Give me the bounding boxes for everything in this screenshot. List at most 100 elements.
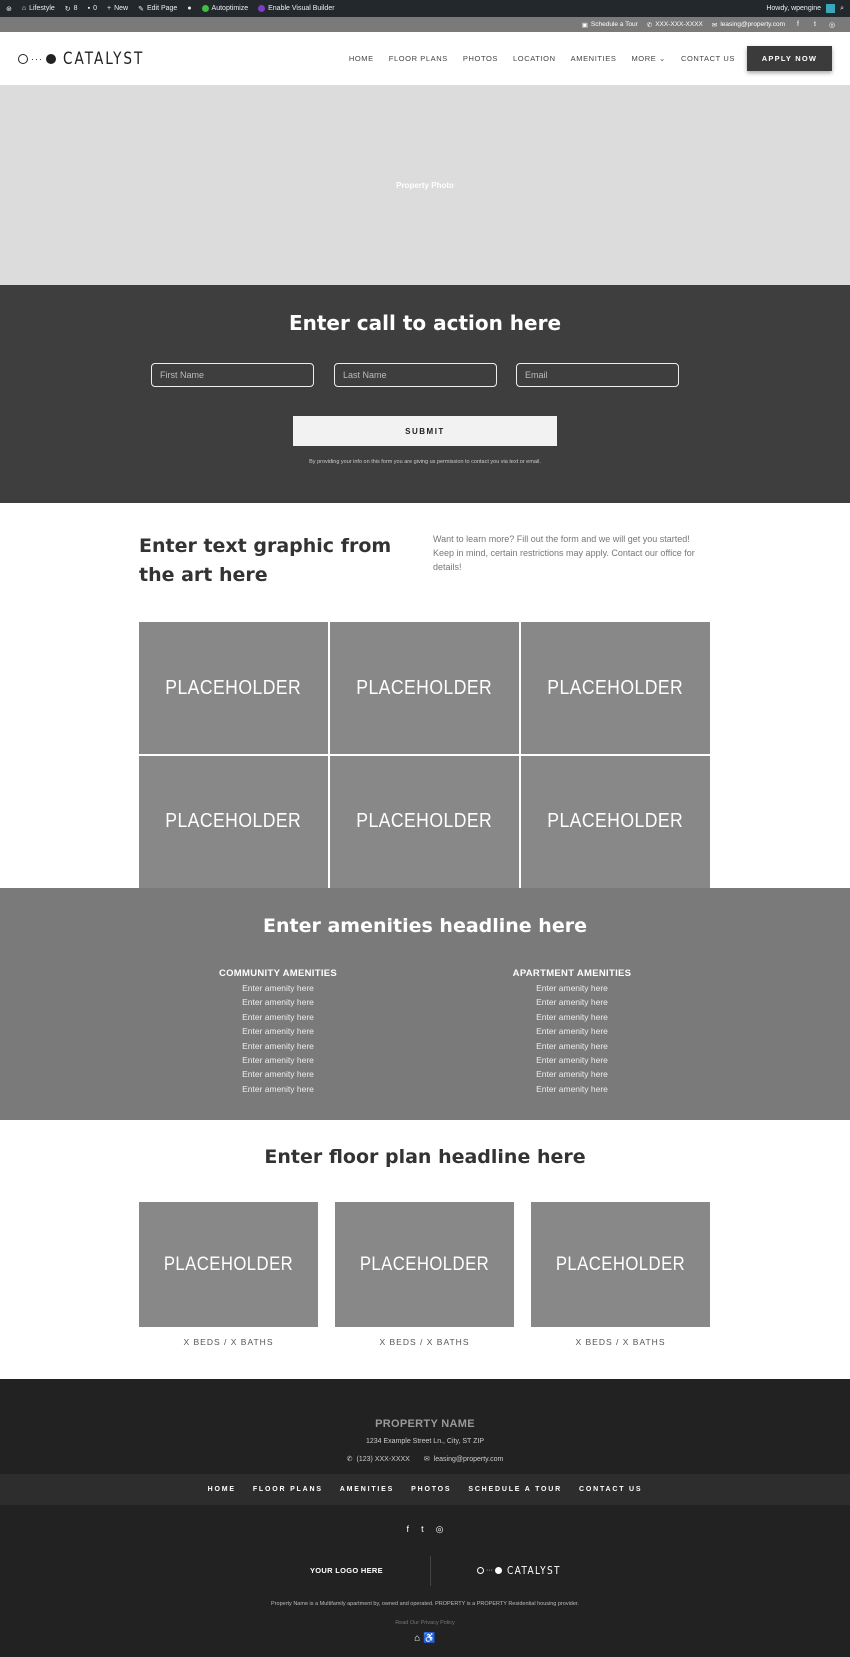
- logo-dots-icon: ···: [486, 1567, 493, 1574]
- email-field[interactable]: Email: [516, 363, 679, 387]
- gallery-tile[interactable]: PLACEHOLDER: [329, 622, 520, 755]
- circle-icon: ●: [187, 5, 192, 12]
- footer-nav-contact-us[interactable]: CONTACT US: [579, 1486, 642, 1493]
- instagram-icon[interactable]: ◎: [436, 1524, 444, 1535]
- amenity-item: Enter amenity here: [242, 1040, 314, 1051]
- nav-amenities[interactable]: AMENITIES: [571, 54, 617, 63]
- instagram-icon[interactable]: ◎: [828, 21, 836, 29]
- hero-label: Property Photo: [396, 180, 454, 190]
- gallery-tile-label: PLACEHOLDER: [165, 810, 302, 833]
- admin-visual-builder-link[interactable]: Enable Visual Builder: [258, 5, 335, 12]
- amenity-item: Enter amenity here: [242, 1011, 314, 1022]
- floor-plan-card[interactable]: PLACEHOLDER: [531, 1202, 710, 1327]
- last-name-field[interactable]: Last Name: [334, 363, 497, 387]
- new-label: New: [114, 5, 129, 12]
- admin-edit-link[interactable]: ✎ Edit Page: [138, 5, 177, 13]
- amenity-item: Enter amenity here: [242, 1055, 314, 1066]
- facebook-icon[interactable]: f: [794, 21, 802, 29]
- floor-plan-image-label: PLACEHOLDER: [555, 1253, 686, 1275]
- site-footer: PROPERTY NAME 1234 Example Street Ln., C…: [0, 1379, 850, 1657]
- admin-greeting[interactable]: Howdy, wpengine: [766, 5, 821, 12]
- amenity-item: Enter amenity here: [242, 983, 314, 993]
- twitter-icon[interactable]: t: [421, 1524, 424, 1535]
- comments-count: 0: [93, 5, 97, 12]
- gallery-tile[interactable]: PLACEHOLDER: [329, 755, 520, 888]
- floor-plan-image-label: PLACEHOLDER: [359, 1253, 490, 1275]
- gallery-tile-label: PLACEHOLDER: [165, 676, 302, 699]
- footer-email-link[interactable]: ✉ leasing@property.com: [423, 1455, 504, 1464]
- logo-dot-icon: [495, 1567, 502, 1574]
- apply-now-button[interactable]: APPLY NOW: [747, 46, 832, 71]
- phone-icon: ✆: [346, 1456, 353, 1463]
- search-icon[interactable]: ⌕: [840, 5, 844, 13]
- gallery-tile[interactable]: PLACEHOLDER: [139, 622, 329, 755]
- your-logo-placeholder: YOUR LOGO HERE: [310, 1566, 383, 1575]
- site-logo[interactable]: ··· CATALYST: [18, 49, 165, 69]
- accessibility-icon: ♿: [423, 1633, 436, 1644]
- gallery-tile-label: PLACEHOLDER: [356, 676, 493, 699]
- visual-builder-label: Enable Visual Builder: [268, 5, 335, 12]
- updates-icon: ↻: [64, 5, 71, 13]
- envelope-icon: ✉: [711, 21, 718, 29]
- floor-plan-card[interactable]: PLACEHOLDER: [335, 1202, 514, 1327]
- floor-plan-title: Enter floor plan headline here: [264, 1146, 586, 1168]
- twitter-icon[interactable]: t: [811, 21, 819, 29]
- footer-nav-photos[interactable]: PHOTOS: [411, 1486, 451, 1493]
- amenity-item: Enter amenity here: [242, 1069, 314, 1080]
- submit-button[interactable]: SUBMIT: [293, 416, 557, 446]
- gallery-tile[interactable]: PLACEHOLDER: [139, 755, 329, 888]
- footer-logos: YOUR LOGO HERE ··· CATALYST: [0, 1556, 850, 1586]
- footer-nav-floor-plans[interactable]: FLOOR PLANS: [253, 1486, 323, 1493]
- footer-nav-amenities[interactable]: AMENITIES: [340, 1486, 394, 1493]
- community-amenities-heading: COMMUNITY AMENITIES: [218, 968, 338, 979]
- phone-icon: ✆: [646, 21, 653, 29]
- gallery-tile-label: PLACEHOLDER: [547, 810, 684, 833]
- footer-nav-schedule-tour[interactable]: SCHEDULE A TOUR: [468, 1486, 562, 1493]
- avatar[interactable]: [826, 4, 836, 13]
- schedule-tour-link[interactable]: ▣ Schedule a Tour: [582, 21, 638, 29]
- admin-site-link[interactable]: ⌂ Lifestyle: [22, 5, 55, 12]
- catalyst-footer-logo[interactable]: ··· CATALYST: [477, 1564, 573, 1577]
- amenity-item: Enter amenity here: [242, 1026, 314, 1037]
- email-link[interactable]: ✉ leasing@property.com: [712, 21, 785, 29]
- gallery-tile[interactable]: PLACEHOLDER: [520, 755, 710, 888]
- amenity-item: Enter amenity here: [536, 983, 608, 993]
- phone-link[interactable]: ✆ XXX-XXX-XXXX: [647, 21, 703, 29]
- nav-photos[interactable]: PHOTOS: [463, 54, 498, 63]
- logo-text: CATALYST: [63, 48, 145, 69]
- footer-nav-home[interactable]: HOME: [208, 1486, 236, 1493]
- floor-plan-card[interactable]: PLACEHOLDER: [139, 1202, 318, 1327]
- wordpress-icon[interactable]: ⊛: [6, 5, 12, 13]
- chevron-down-icon: ⌄: [659, 54, 666, 63]
- admin-comments-link[interactable]: ▪ 0: [88, 5, 97, 12]
- logo-dots-icon: ···: [31, 53, 43, 64]
- schedule-tour-label: Schedule a Tour: [590, 21, 638, 28]
- floor-plan-caption: X BEDS / X BATHS: [575, 1337, 666, 1347]
- nav-contact-us[interactable]: CONTACT US: [681, 54, 735, 63]
- autoptimize-label: Autoptimize: [211, 5, 249, 12]
- admin-autoptimize-link[interactable]: Autoptimize: [201, 5, 249, 12]
- nav-more[interactable]: MORE ⌄: [631, 54, 665, 63]
- footer-logo-divider: [430, 1556, 431, 1586]
- amenity-item: Enter amenity here: [536, 1055, 608, 1066]
- gallery-tile[interactable]: PLACEHOLDER: [520, 622, 710, 755]
- floor-plan-caption: X BEDS / X BATHS: [183, 1337, 274, 1347]
- logo-ring-icon: [477, 1567, 484, 1574]
- admin-updates-link[interactable]: ↻ 8: [65, 5, 78, 13]
- phone-label: XXX-XXX-XXXX: [655, 21, 703, 28]
- privacy-policy-link[interactable]: Read Our Privacy Policy: [0, 1620, 850, 1626]
- apartment-amenities: APARTMENT AMENITIES Enter amenity here E…: [472, 968, 672, 1096]
- nav-home[interactable]: HOME: [349, 54, 374, 63]
- home-icon: ⌂: [21, 5, 27, 12]
- first-name-field[interactable]: First Name: [151, 363, 314, 387]
- nav-floor-plans[interactable]: FLOOR PLANS: [389, 54, 448, 63]
- gallery-tile-label: PLACEHOLDER: [547, 676, 684, 699]
- nav-location[interactable]: LOCATION: [513, 54, 556, 63]
- divi-icon: [258, 5, 266, 12]
- amenity-item: Enter amenity here: [536, 1011, 608, 1022]
- admin-misc-icons[interactable]: ●: [187, 5, 191, 12]
- admin-new-link[interactable]: + New: [107, 5, 128, 12]
- footer-phone-link[interactable]: ✆ (123) XXX-XXXX: [346, 1455, 410, 1464]
- envelope-icon: ✉: [423, 1456, 430, 1463]
- facebook-icon[interactable]: f: [407, 1524, 410, 1535]
